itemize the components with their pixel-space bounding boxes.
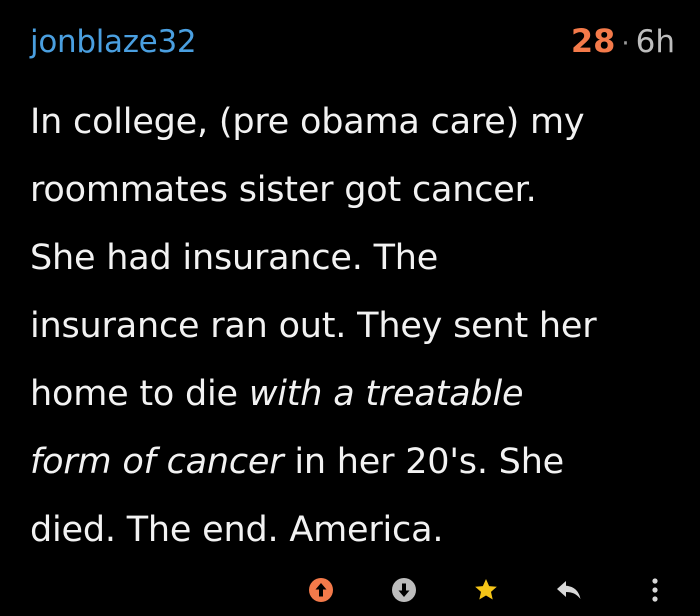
- text-segment: died. The end. America.: [30, 510, 444, 550]
- reply-icon: [557, 581, 581, 599]
- comment-line: roommates sister got cancer.: [30, 156, 675, 224]
- comment-line: died. The end. America.: [30, 496, 675, 564]
- meta-separator: ·: [621, 29, 630, 59]
- text-segment: roommates sister got cancer.: [30, 170, 537, 210]
- comment-line: form of cancer in her 20's. She: [30, 428, 675, 496]
- comment: jonblaze32 28 · 6h In college, (pre obam…: [30, 22, 675, 564]
- username-link[interactable]: jonblaze32: [30, 24, 197, 60]
- italic-text-segment: form of cancer: [30, 442, 284, 482]
- save-button[interactable]: [472, 576, 500, 604]
- comment-header: jonblaze32 28 · 6h: [30, 22, 675, 74]
- text-segment: In college, (pre obama care) my: [30, 102, 585, 142]
- star-icon: [475, 578, 497, 600]
- upvote-button[interactable]: [307, 576, 335, 604]
- text-segment: insurance ran out. They sent her: [30, 306, 597, 346]
- comment-line: home to die with a treatable: [30, 360, 675, 428]
- vertical-ellipsis-icon: [652, 578, 658, 602]
- reply-button[interactable]: [555, 576, 583, 604]
- more-options-button[interactable]: [641, 576, 669, 604]
- comment-body: In college, (pre obama care) my roommate…: [30, 88, 675, 564]
- text-segment: She had insurance. The: [30, 238, 439, 278]
- comment-line: She had insurance. The: [30, 224, 675, 292]
- comment-line: In college, (pre obama care) my: [30, 88, 675, 156]
- downvote-icon: [392, 578, 416, 602]
- text-segment: home to die: [30, 374, 249, 414]
- downvote-button[interactable]: [390, 576, 418, 604]
- italic-text-segment: with a treatable: [248, 374, 524, 414]
- comment-action-bar: [0, 572, 700, 606]
- upvote-icon: [309, 578, 333, 602]
- text-segment: in her 20's. She: [283, 442, 565, 482]
- score-count: 28: [570, 22, 616, 60]
- timestamp: 6h: [635, 24, 675, 60]
- comment-meta: 28 · 6h: [571, 22, 675, 60]
- comment-line: insurance ran out. They sent her: [30, 292, 675, 360]
